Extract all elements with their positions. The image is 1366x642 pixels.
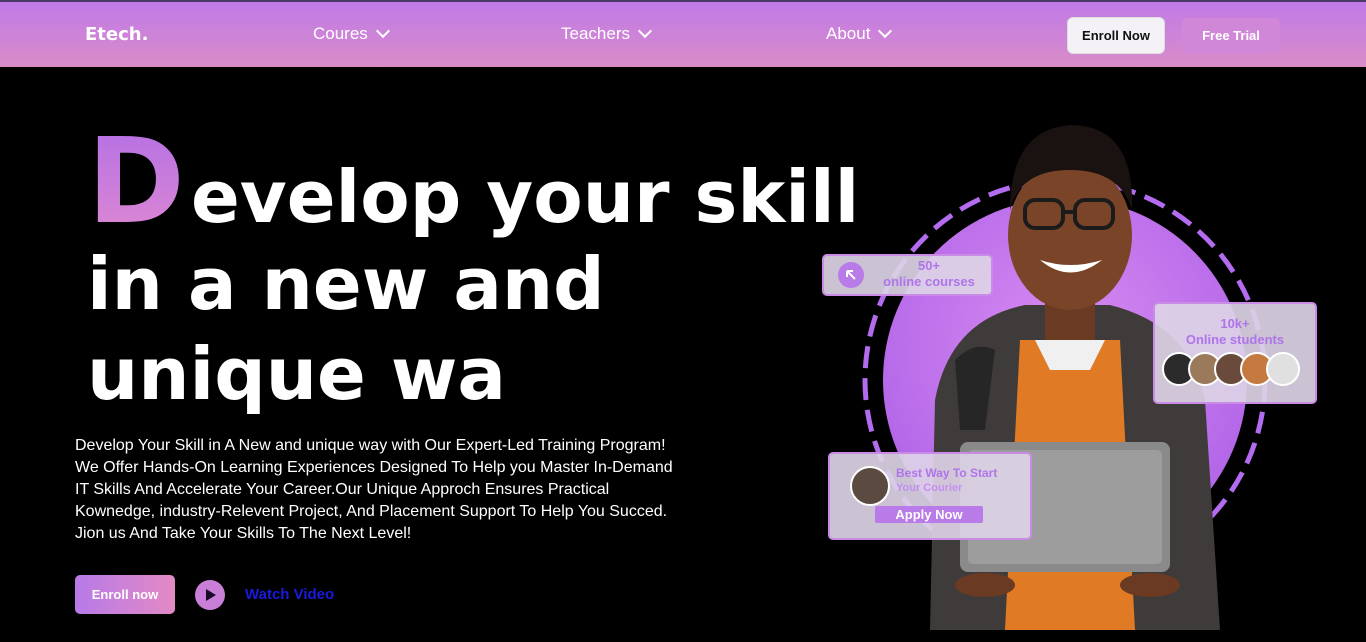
- chevron-down-icon: [637, 23, 653, 39]
- chevron-down-icon: [375, 23, 390, 39]
- nav-item-label: Teachers: [561, 24, 630, 43]
- start-card-title: Best Way To Start: [896, 466, 998, 480]
- chevron-down-icon: [878, 23, 893, 39]
- courses-label: online courses: [883, 274, 975, 289]
- hero-description: Develop Your Skill in A New and unique w…: [75, 435, 725, 545]
- enroll-now-button[interactable]: Enroll Now: [1068, 18, 1164, 53]
- free-trial-button[interactable]: Free Trial: [1182, 18, 1280, 53]
- hero-title-line-3: unique wa: [87, 332, 506, 416]
- description-line: Develop Your Skill in A New and unique w…: [75, 437, 666, 454]
- start-card-subtitle: Your Courier: [896, 482, 963, 494]
- students-count: 10k+: [1220, 316, 1250, 331]
- courses-count: 50+: [917, 258, 941, 273]
- brand-logo[interactable]: Etech.: [85, 24, 148, 45]
- apply-now-button[interactable]: Apply Now: [875, 506, 983, 523]
- nav-item-about[interactable]: About: [826, 23, 893, 44]
- courses-stat-card: 50+ online courses: [822, 254, 993, 296]
- avatar: [850, 466, 890, 506]
- top-navbar: Etech. Coures Teachers About Enroll Now …: [0, 0, 1366, 67]
- arrow-up-left-icon: [838, 262, 864, 288]
- description-line: We Offer Hands-On Learning Experiences D…: [75, 459, 673, 476]
- hero-title-text: evelop your skill: [190, 155, 860, 239]
- description-line: IT Skills And Accelerate Your Career.Our…: [75, 481, 610, 498]
- hero-title-line-1: Develop your skill: [87, 122, 859, 240]
- nav-item-courses[interactable]: Coures: [313, 23, 390, 44]
- students-label: Online students: [1185, 332, 1285, 347]
- play-video-button[interactable]: [195, 580, 225, 610]
- hero-enroll-button[interactable]: Enroll now: [75, 575, 175, 614]
- avatar: [1266, 352, 1300, 386]
- play-icon: [206, 589, 216, 601]
- watch-video-link[interactable]: Watch Video: [245, 586, 334, 603]
- description-line: Kownedge, industry-Relevent Project, And…: [75, 503, 668, 520]
- students-stat-card: 10k+ Online students: [1153, 302, 1317, 404]
- start-course-card: Best Way To Start Your Courier Apply Now: [828, 452, 1032, 540]
- nav-item-label: Coures: [313, 24, 368, 43]
- student-avatars: [1155, 352, 1315, 386]
- hero-illustration: 50+ online courses 10k+ Online students …: [820, 70, 1366, 638]
- description-line: Jion us And Take Your Skills To The Next…: [75, 525, 412, 542]
- nav-item-label: About: [826, 24, 871, 43]
- nav-item-teachers[interactable]: Teachers: [561, 23, 653, 44]
- hero-big-letter: D: [87, 112, 185, 250]
- hero-title-line-2: in a new and: [87, 242, 605, 326]
